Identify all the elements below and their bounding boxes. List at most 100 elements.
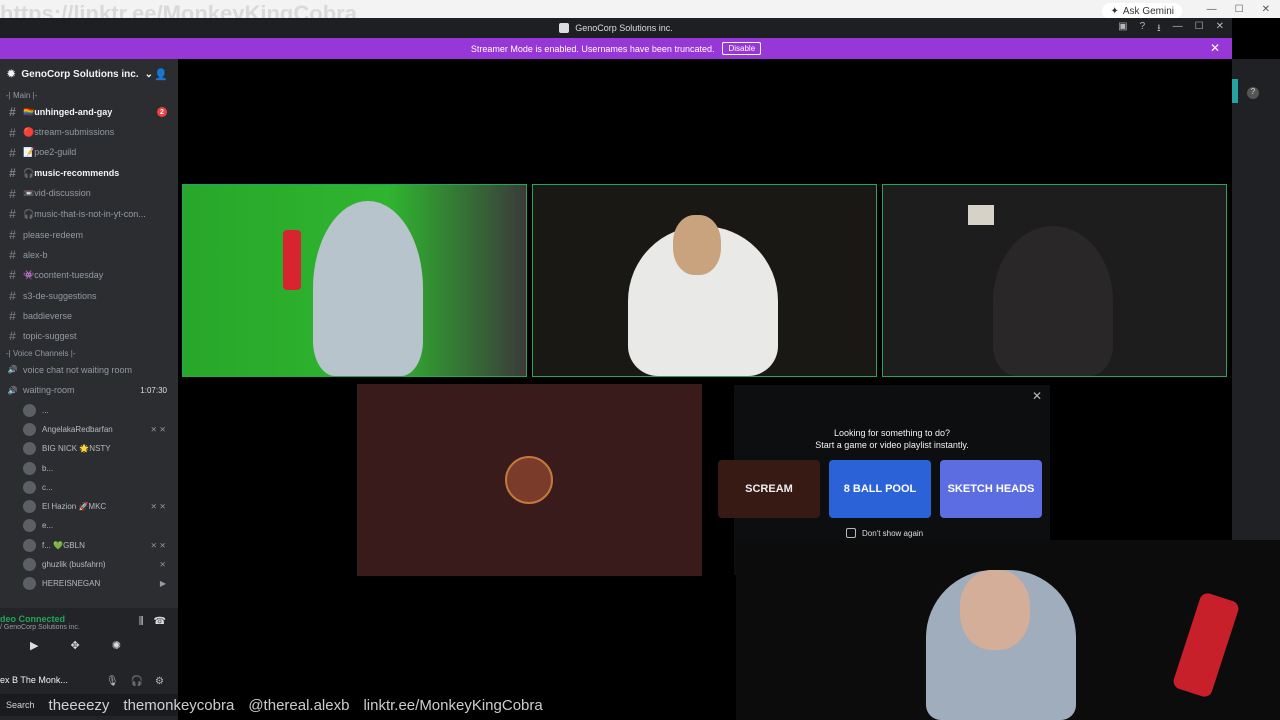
channel-item[interactable]: # 🏳️‍🌈unhinged-and-gay 2 (0, 102, 178, 122)
minimize-icon[interactable]: — (1207, 4, 1217, 15)
taskbar-search[interactable]: Search (6, 700, 35, 710)
server-header[interactable]: ✹ GenoCorp Solutions inc. ⌄ 👤 (0, 59, 178, 89)
gemini-icon: ✦ (1110, 5, 1119, 17)
category-voice[interactable]: -| Voice Channels |- (0, 347, 178, 360)
participant-video (993, 226, 1113, 376)
ask-gemini-button[interactable]: ✦ Ask Gemini (1102, 3, 1182, 19)
voice-user[interactable]: c... (0, 478, 178, 497)
help-icon[interactable]: ? (1247, 87, 1259, 99)
channel-item[interactable]: # 📼vid-discussion (0, 184, 178, 204)
voice-user-name: BIG NICK 🌟NSTY (42, 444, 111, 454)
video-tile[interactable] (532, 184, 877, 377)
camera-icon[interactable]: ▶ (30, 639, 38, 652)
voice-user[interactable]: f... 💚GBLN ⨯ ⨯ (0, 536, 178, 555)
window-controls: — ☐ ✕ (1207, 4, 1270, 15)
inbox-icon[interactable]: ▣ (1118, 21, 1127, 38)
minimize-icon[interactable]: — (1173, 21, 1183, 38)
voice-user[interactable]: BIG NICK 🌟NSTY (0, 439, 178, 458)
microphone-shape (283, 230, 301, 290)
voice-buttons: ▶ ✥ ✺ (0, 631, 178, 652)
hash-icon: # (9, 166, 16, 181)
disconnect-icon[interactable]: ☎ (154, 616, 166, 627)
voice-channel-item[interactable]: 🔊 voice chat not waiting room (0, 360, 178, 380)
video-tile[interactable] (882, 184, 1227, 377)
voice-user[interactable]: b... (0, 458, 178, 477)
streamer-mode-text: Streamer Mode is enabled. Usernames have… (470, 43, 715, 54)
channel-item[interactable]: # s3-de-suggestions (0, 286, 178, 306)
disable-button[interactable]: Disable (722, 42, 762, 55)
voice-user[interactable]: ghuzlik (busfahrn) ⨯ (0, 555, 178, 574)
voice-user[interactable]: ... (0, 400, 178, 419)
channel-name: 👾coontent-tuesday (23, 269, 104, 280)
channel-item[interactable]: # 🔴stream-submissions (0, 122, 178, 142)
maximize-icon[interactable]: ☐ (1235, 4, 1244, 15)
close-icon[interactable]: ✕ (1032, 389, 1042, 403)
channel-item[interactable]: # 🎧music-that-is-not-in-yt-con... (0, 204, 178, 224)
voice-user-name: f... 💚GBLN (42, 540, 85, 550)
activity-cards: SCREAM 8 BALL POOL SKETCH HEADS (718, 460, 1042, 518)
avatar (23, 442, 36, 456)
voice-user[interactable]: e... (0, 516, 178, 535)
voice-channel-item[interactable]: 🔊 waiting-room 1:07:30 (0, 380, 178, 400)
user-name[interactable]: ex B The Monk... (0, 675, 68, 685)
activity-line-2: Start a game or video playlist instantly… (815, 440, 969, 450)
video-tile[interactable] (182, 184, 527, 377)
voice-user[interactable]: HEREISNEGAN ▶ (0, 574, 178, 593)
maximize-icon[interactable]: ☐ (1195, 21, 1204, 38)
activity-prompt: Looking for something to do? Start a gam… (734, 427, 1050, 451)
checkbox[interactable] (846, 528, 856, 538)
voice-tools: ⫼ ☎ (139, 616, 166, 627)
channel-item[interactable]: # 👾coontent-tuesday (0, 265, 178, 285)
ticker-item: linktr.ee/MonkeyKingCobra (363, 696, 543, 714)
streamer-mode-banner: Streamer Mode is enabled. Usernames have… (0, 38, 1232, 59)
avatar (23, 557, 36, 571)
dont-show-label: Don't show again (862, 528, 924, 538)
close-icon[interactable]: ✕ (1210, 41, 1220, 55)
settings-icon[interactable]: ⚙ (155, 676, 164, 687)
channel-item[interactable]: # 🎧music-recommends (0, 163, 178, 183)
channel-item[interactable]: # topic-suggest (0, 326, 178, 346)
microphone-shape (1171, 591, 1241, 699)
hash-icon: # (9, 247, 16, 262)
activities-icon[interactable]: ✥ (70, 639, 79, 652)
download-icon[interactable]: ⭳ (1157, 21, 1161, 38)
dont-show-again[interactable]: Don't show again (846, 528, 923, 538)
avatar (23, 461, 36, 475)
avatar (23, 403, 36, 417)
mic-icon[interactable]: 🎙 (106, 676, 119, 687)
category-main[interactable]: -| Main |- (0, 89, 178, 102)
help-icon[interactable]: ? (1140, 21, 1146, 38)
headset-icon[interactable]: 🎧 (131, 676, 143, 687)
add-member-icon[interactable]: 👤 (154, 68, 168, 81)
noise-suppression-icon[interactable]: ⫼ (139, 616, 144, 627)
ticker-item: themonkeycobra (123, 696, 235, 714)
channel-item[interactable]: # alex-b (0, 245, 178, 265)
muted-icon: ⨯ (159, 559, 166, 569)
activity-card-sketch-heads[interactable]: SKETCH HEADS (940, 460, 1042, 518)
channel-item[interactable]: # baddieverse (0, 306, 178, 326)
channel-name: please-redeem (23, 229, 84, 240)
channel-name: 🔴stream-submissions (23, 127, 115, 138)
close-icon[interactable]: ✕ (1216, 21, 1224, 38)
voice-user[interactable]: AngelakaRedbarfan ⨯ ⨯ (0, 420, 178, 439)
voice-user-list: ... AngelakaRedbarfan ⨯ ⨯ BIG NICK 🌟NSTY b..… (0, 400, 178, 593)
channel-item[interactable]: # please-redeem (0, 224, 178, 244)
channel-sidebar: ✹ GenoCorp Solutions inc. ⌄ 👤 -| Main |-… (0, 59, 178, 720)
voice-user-name: e... (42, 521, 54, 531)
channel-item[interactable]: # 📝poe2-guild (0, 143, 178, 163)
voice-user-name: c... (42, 482, 53, 492)
close-icon[interactable]: ✕ (1262, 4, 1270, 15)
muted-icon: ⨯ ⨯ (150, 540, 166, 550)
voice-user-name: b... (42, 463, 54, 473)
voice-user[interactable]: El Hazion 🚀MKC ⨯ ⨯ (0, 497, 178, 516)
speaker-icon: 🔊 (7, 385, 18, 395)
voice-user-name: HEREISNEGAN (42, 579, 101, 589)
channel-name: 🎧music-that-is-not-in-yt-con... (23, 208, 146, 219)
activity-card-8-ball-pool[interactable]: 8 BALL POOL (829, 460, 931, 518)
social-ticker: Search theeeezy themonkeycobra @thereal.ale… (0, 694, 736, 716)
participant-tile-avatar[interactable] (357, 384, 702, 576)
soundboard-icon[interactable]: ✺ (112, 639, 121, 652)
activity-card-scream[interactable]: SCREAM (718, 460, 820, 518)
voice-user-name: AngelakaRedbarfan (42, 424, 113, 434)
hash-icon: # (9, 125, 16, 140)
